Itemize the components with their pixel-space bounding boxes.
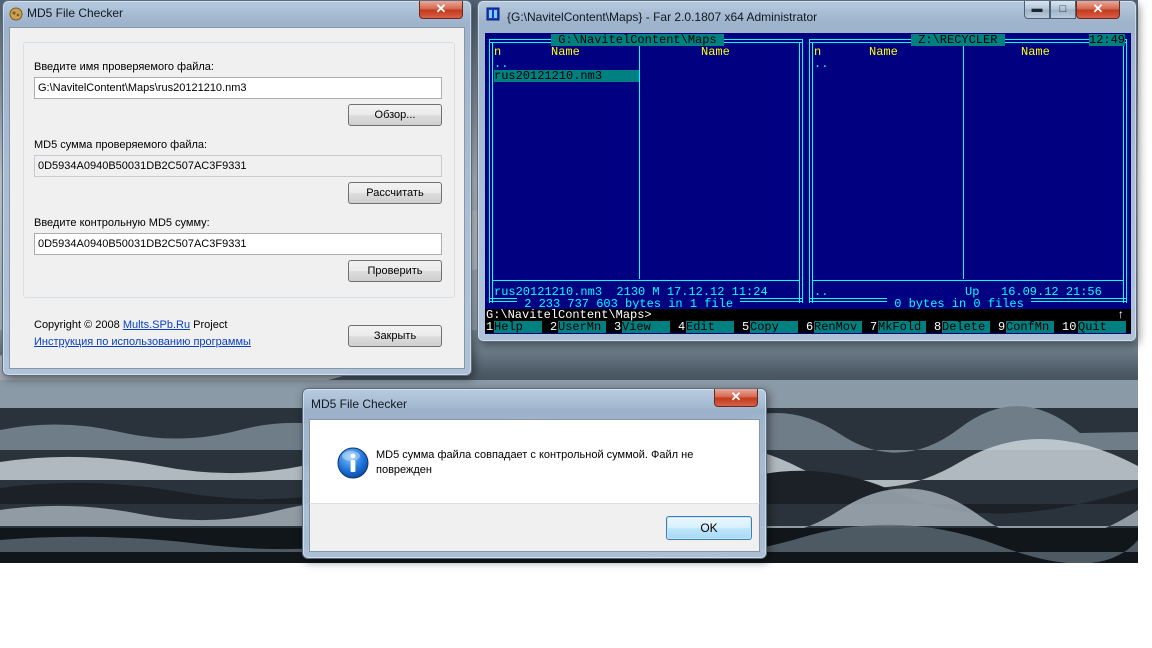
right-col-name-1: Name (869, 45, 898, 59)
key-5-number: 5 (742, 320, 750, 334)
clock: 12:49 (1089, 33, 1126, 47)
minimize-button[interactable]: ▬ (1024, 1, 1050, 19)
result-dialog: MD5 File Checker ✕ MD5 сумма файла совпа… (302, 388, 767, 559)
key-3-view[interactable]: View (622, 321, 670, 333)
left-file-selected[interactable]: rus20121210.nm3 (494, 70, 639, 82)
key-4-number: 4 (678, 320, 686, 334)
far-app-icon (486, 7, 500, 21)
window-close-button[interactable]: ✕ (419, 1, 463, 19)
browse-button[interactable]: Обзор... (348, 104, 442, 126)
key-2-usermenu[interactable]: UserMn (558, 321, 606, 333)
md5-checker-window: MD5 File Checker ✕ Введите имя проверяем… (2, 0, 472, 376)
dialog-title: MD5 File Checker (311, 397, 408, 411)
key-9-number: 9 (998, 320, 1006, 334)
file-path-input[interactable]: G:\NavitelContent\Maps\rus20121210.nm3 (34, 77, 442, 99)
dialog-footer: OK (309, 503, 760, 552)
dialog-body: MD5 сумма файла совпадает с контрольной … (309, 419, 760, 503)
key-8-delete[interactable]: Delete (942, 321, 990, 333)
key-10-number: 10 (1062, 320, 1077, 334)
far-manager-window: {G:\NavitelContent\Maps} - Far 2.0.1807 … (477, 0, 1137, 342)
copyright-suffix: Project (190, 319, 228, 331)
key-4-edit[interactable]: Edit (686, 321, 734, 333)
right-panel-path: Z:\RECYCLER (911, 33, 1005, 47)
app-icon (9, 7, 23, 21)
key-5-copy[interactable]: Copy (750, 321, 798, 333)
screen: MD5 File Checker ✕ Введите имя проверяем… (0, 0, 1152, 648)
website-link[interactable]: Mults.SPb.Ru (123, 319, 190, 331)
copyright-prefix: Copyright © 2008 (34, 319, 123, 331)
verify-button[interactable]: Проверить (348, 260, 442, 282)
copyright-text: Copyright © 2008 Mults.SPb.Ru Project (34, 319, 227, 331)
maximize-button[interactable]: □ (1050, 1, 1076, 19)
info-icon (337, 447, 369, 479)
key-3-number: 3 (614, 320, 622, 334)
key-6-number: 6 (806, 320, 814, 334)
key-1-number: 1 (486, 320, 494, 334)
key-7-number: 7 (870, 320, 878, 334)
left-col-name-2: Name (701, 45, 730, 59)
far-window-title: {G:\NavitelContent\Maps} - Far 2.0.1807 … (507, 10, 818, 24)
window-title: MD5 File Checker (27, 6, 124, 20)
key-10-quit[interactable]: Quit (1078, 321, 1126, 333)
ok-button[interactable]: OK (666, 516, 752, 540)
function-key-bar: 1 Help 2 UserMn 3 View 4 Edit 5 Copy 6 R… (485, 321, 1131, 333)
dialog-close-button[interactable]: ✕ (714, 389, 758, 407)
key-8-number: 8 (934, 320, 942, 334)
file-label: Введите имя проверяемого файла: (34, 61, 214, 73)
right-col-name-2: Name (1021, 45, 1050, 59)
key-9-confmn[interactable]: ConfMn (1006, 321, 1054, 333)
right-panel-info-left: .. (814, 285, 829, 299)
left-col-name-1: Name (551, 45, 580, 59)
right-updir-item[interactable]: .. (814, 58, 828, 70)
md5-label: MD5 сумма проверяемого файла: (34, 139, 208, 151)
calculate-button[interactable]: Рассчитать (348, 182, 442, 204)
control-md5-input[interactable]: 0D5934A0940B50031DB2C507AC3F9331 (34, 233, 442, 255)
key-2-number: 2 (550, 320, 558, 334)
key-6-renmov[interactable]: RenMov (814, 321, 862, 333)
key-7-mkfold[interactable]: MkFold (878, 321, 926, 333)
window-client-area: Введите имя проверяемого файла: G:\Navit… (9, 27, 465, 369)
instructions-link[interactable]: Инструкция по использованию программы (34, 336, 251, 348)
key-1-help[interactable]: Help (494, 321, 542, 333)
md5-result-field[interactable]: 0D5934A0940B50031DB2C507AC3F9331 (34, 155, 442, 177)
far-close-button[interactable]: ✕ (1076, 1, 1120, 19)
far-console: G:\NavitelContent\Maps n Name Name .. ru… (485, 33, 1131, 334)
control-md5-label: Введите контрольную MD5 сумму: (34, 217, 210, 229)
close-button[interactable]: Закрыть (348, 325, 442, 347)
dialog-message: MD5 сумма файла совпадает с контрольной … (376, 449, 694, 476)
